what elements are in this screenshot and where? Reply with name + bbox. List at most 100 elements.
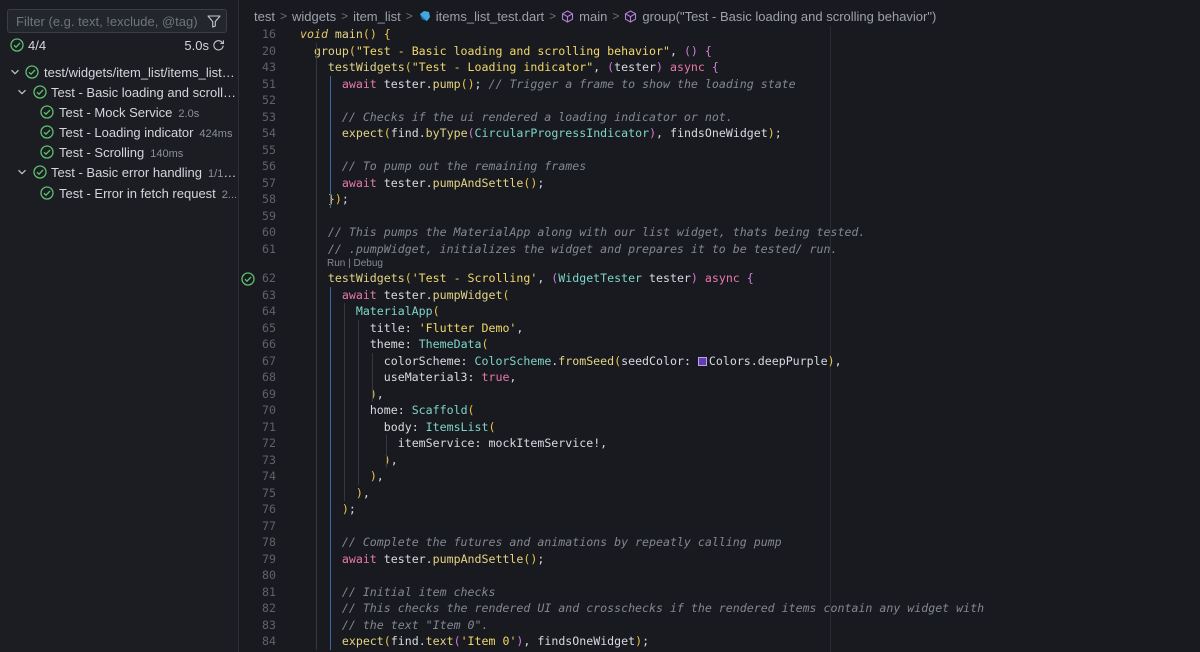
line-number: 80 — [262, 568, 276, 582]
code-token: pumpAndSettle — [432, 551, 524, 566]
code-line[interactable]: 76 ); — [239, 501, 1200, 518]
code-line[interactable]: 64 MaterialApp( — [239, 303, 1200, 320]
code-line[interactable]: 77 — [239, 518, 1200, 535]
chevron-right-icon: > — [279, 9, 287, 23]
code-token: 'Flutter Demo' — [418, 320, 517, 335]
code-token: tester — [649, 271, 691, 285]
code-line[interactable]: 55 — [239, 142, 1200, 159]
code-token: findsOneWidget — [537, 634, 636, 648]
codelens-label[interactable]: Run | Debug — [327, 257, 383, 270]
code-line[interactable]: 69 ), — [239, 386, 1200, 403]
line-number: 76 — [262, 502, 276, 516]
line-number: 57 — [262, 175, 276, 190]
code-line[interactable]: 16 void main() { — [239, 26, 1200, 43]
line-number: 68 — [262, 370, 276, 384]
code-line[interactable]: 74 ), — [239, 468, 1200, 485]
chevron-down-icon[interactable] — [9, 66, 21, 78]
check-circle-icon — [25, 65, 39, 79]
color-swatch-icon[interactable] — [697, 356, 707, 366]
code-token: // Checks if the ui rendered a loading i… — [341, 109, 733, 124]
code-line[interactable]: 83 // the text "Item 0". — [239, 617, 1200, 634]
breadcrumb-item[interactable]: test — [254, 9, 275, 24]
breadcrumb-item[interactable]: widgets — [292, 9, 336, 24]
line-text: testWidgets("Test - Loading indicator", … — [327, 60, 719, 74]
breadcrumb-item[interactable]: item_list — [353, 9, 401, 24]
code-token: ) — [355, 485, 363, 500]
code-line[interactable]: 78 // Complete the futures and animation… — [239, 534, 1200, 551]
code-token: "Test - Basic loading and scrolling beha… — [355, 43, 670, 58]
indent-guide — [357, 319, 359, 485]
total-duration: 5.0s — [184, 38, 209, 53]
code-line[interactable]: 71 body: ItemsList( — [239, 419, 1200, 436]
line-number: 65 — [262, 320, 276, 335]
test-duration: 2... — [221, 189, 238, 201]
code-line[interactable]: 52 — [239, 92, 1200, 109]
code-token: ( — [467, 126, 475, 140]
code-line[interactable]: 82 // This checks the rendered UI and cr… — [239, 600, 1200, 617]
test-duration: 2.0s — [178, 108, 200, 120]
chevron-down-icon[interactable] — [16, 86, 28, 98]
code-line[interactable]: 62 testWidgets('Test - Scrolling', (Widg… — [239, 270, 1200, 287]
breadcrumb-item[interactable]: items_list_test.dart — [436, 9, 544, 24]
code-line[interactable]: 75 ), — [239, 485, 1200, 502]
filter-box[interactable] — [7, 9, 227, 33]
code-line[interactable]: 60 // This pumps the MaterialApp along w… — [239, 224, 1200, 241]
filter-input[interactable] — [8, 10, 204, 32]
filter-icon[interactable] — [207, 14, 221, 28]
code-line[interactable]: 56 // To pump out the remaining frames — [239, 158, 1200, 175]
code-line[interactable]: 53 // Checks if the ui rendered a loadin… — [239, 109, 1200, 126]
code-token: pumpWidget — [432, 287, 503, 302]
tree-item-test-loading-indicator[interactable]: Test - Loading indicator 424ms — [0, 122, 239, 142]
tree-item-group-error[interactable]: Test - Basic error handling1/1 p... — [0, 162, 239, 182]
code-line[interactable]: 65 title: 'Flutter Demo', — [239, 320, 1200, 337]
code-token: // This checks the rendered UI and cross… — [341, 601, 985, 615]
code-line[interactable]: 61 // .pumpWidget, initializes the widge… — [239, 241, 1200, 258]
line-text: expect(find.byType(CircularProgressIndic… — [341, 126, 782, 140]
code-line[interactable]: 80 — [239, 567, 1200, 584]
breadcrumb-item[interactable]: main — [579, 9, 607, 24]
check-circle-icon — [33, 165, 47, 179]
line-text: // .pumpWidget, initializes the widget a… — [300, 241, 838, 258]
indent-guide — [315, 42, 317, 650]
code-token: findsOneWidget — [670, 126, 768, 140]
code-token: ( — [488, 419, 496, 434]
code-token: tester — [383, 287, 426, 302]
code-line[interactable]: 58 }); — [239, 191, 1200, 208]
code-area[interactable]: 16 void main() {20 group("Test - Basic lo… — [239, 26, 1200, 650]
tree-item-group-loading[interactable]: Test - Basic loading and scrollin... — [0, 82, 239, 102]
tree-item-test-mock-service[interactable]: Test - Mock Service 2.0s — [0, 102, 239, 122]
chevron-right-icon: > — [612, 9, 620, 23]
code-line[interactable]: 81 // Initial item checks — [239, 584, 1200, 601]
code-line[interactable]: 72 itemService: mockItemService!, — [239, 435, 1200, 452]
code-token: theme — [369, 337, 405, 351]
code-line[interactable]: 63 await tester.pumpWidget( — [239, 287, 1200, 304]
code-line[interactable]: 73 ), — [239, 452, 1200, 469]
code-line[interactable]: 43 testWidgets("Test - Loading indicator… — [239, 59, 1200, 76]
breadcrumb-item[interactable]: group("Test - Basic loading and scrollin… — [642, 9, 936, 24]
tree-item-test-error-fetch[interactable]: Test - Error in fetch request 2... — [0, 183, 239, 203]
code-line[interactable]: 54 expect(find.byType(CircularProgressIn… — [239, 125, 1200, 142]
codelens-run-debug[interactable]: Run | Debug — [239, 257, 1200, 270]
code-token: 'Test - Scrolling' — [411, 271, 538, 285]
code-line[interactable]: 66 theme: ThemeData( — [239, 336, 1200, 353]
code-line[interactable]: 67 colorScheme: ColorScheme.fromSeed(see… — [239, 353, 1200, 370]
tree-item-test-scrolling[interactable]: Test - Scrolling 140ms — [0, 142, 239, 162]
line-text: testWidgets('Test - Scrolling', (WidgetT… — [327, 271, 754, 285]
tree-item-file[interactable]: test/widgets/item_list/items_list_... — [0, 62, 239, 82]
line-number: 82 — [262, 601, 276, 615]
rerun-icon[interactable] — [212, 39, 225, 52]
code-line[interactable]: 84 expect(find.text('Item 0'), findsOneW… — [239, 633, 1200, 650]
code-line[interactable]: 68 useMaterial3: true, — [239, 369, 1200, 386]
code-line[interactable]: 70 home: Scaffold( — [239, 402, 1200, 419]
code-line[interactable]: 51 await tester.pump(); // Trigger a fra… — [239, 76, 1200, 93]
line-text: await tester.pumpWidget( — [341, 287, 510, 302]
chevron-down-icon[interactable] — [16, 166, 28, 178]
symbol-method-icon — [625, 9, 637, 23]
code-line[interactable]: 59 — [239, 208, 1200, 225]
line-number: 67 — [262, 353, 276, 368]
code-line[interactable]: 20 group("Test - Basic loading and scrol… — [239, 43, 1200, 60]
code-line[interactable]: 57 await tester.pumpAndSettle(); — [239, 175, 1200, 192]
code-line[interactable]: 79 await tester.pumpAndSettle(); — [239, 551, 1200, 568]
code-token: Colors — [708, 353, 751, 368]
test-passed-gutter-icon[interactable] — [241, 271, 255, 286]
